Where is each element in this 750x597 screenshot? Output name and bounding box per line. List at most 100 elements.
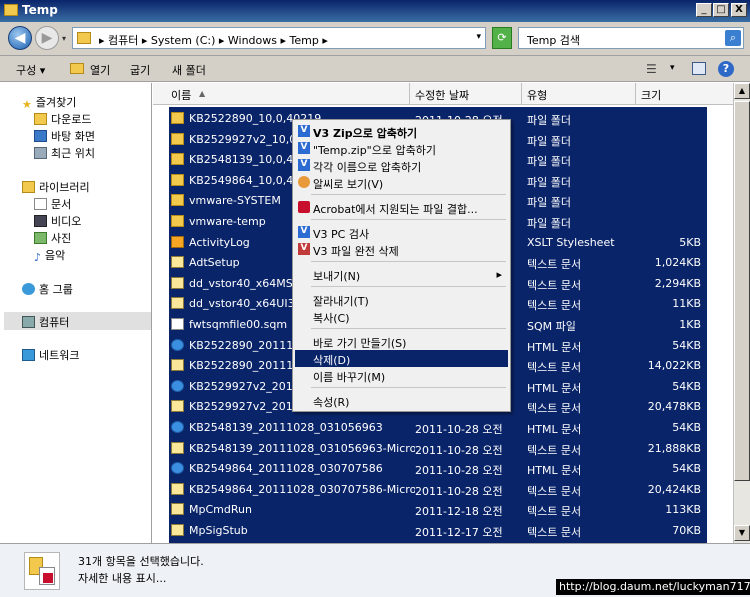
history-dropdown-icon[interactable]: ▾: [62, 34, 66, 43]
address-bar[interactable]: ▸ 컴퓨터 ▸ System (C:) ▸ Windows ▸ Temp ▸ ▾: [72, 27, 486, 49]
search-icon[interactable]: ⌕: [725, 30, 741, 46]
file-type: HTML 문서: [527, 340, 582, 354]
scroll-down-icon[interactable]: ▼: [734, 525, 750, 541]
column-divider[interactable]: [409, 83, 410, 105]
menu-item-zip-temp[interactable]: V "Temp.zip"으로 압축하기: [295, 140, 508, 157]
table-row[interactable]: MpSigStub 2011-12-17 오전 텍스트 문서 70KB: [169, 520, 707, 540]
view-dropdown-icon[interactable]: ▾: [670, 63, 675, 73]
maximize-button[interactable]: □: [713, 3, 729, 17]
menu-item-v3-scan[interactable]: V V3 PC 검사: [295, 224, 508, 241]
menu-separator: [311, 194, 506, 195]
minimize-button[interactable]: _: [696, 3, 712, 17]
burn-button[interactable]: 굽기: [130, 62, 150, 78]
file-type: 파일 폴더: [527, 196, 571, 210]
folder-icon: [171, 173, 184, 186]
menu-item-zip-each[interactable]: V 각각 이름으로 압축하기: [295, 157, 508, 174]
file-size: 54KB: [672, 421, 701, 434]
html-file-icon: [171, 379, 184, 392]
menu-item-v3-shred[interactable]: V V3 파일 완전 삭제: [295, 241, 508, 258]
column-header: 이름 ▲ 수정한 날짜 유형 크기: [153, 83, 733, 105]
search-input[interactable]: Temp 검색 ⌕: [518, 27, 744, 49]
refresh-button[interactable]: ⟳: [492, 27, 512, 49]
file-size: 113KB: [665, 503, 701, 517]
file-type: 텍스트 문서: [527, 402, 582, 416]
acrobat-icon: [298, 201, 310, 213]
libraries-node[interactable]: 라이브러리: [22, 179, 90, 195]
vertical-scrollbar[interactable]: ▲ ▼: [733, 83, 750, 543]
table-row[interactable]: KB2549864_20111028_030707586-Micro,... 20…: [169, 479, 707, 499]
preview-pane-icon[interactable]: [692, 62, 706, 75]
breadcrumb[interactable]: ▸ 컴퓨터 ▸ System (C:) ▸ Windows ▸ Temp ▸: [99, 32, 328, 48]
file-date: 2011-10-28 오전: [415, 423, 503, 436]
menu-item-cut[interactable]: 잘라내기(T): [295, 291, 508, 308]
html-file-icon: [171, 421, 184, 433]
file-type: 텍스트 문서: [527, 526, 582, 539]
column-name-header[interactable]: 이름: [171, 87, 191, 103]
file-date: 2011-12-18 오전: [415, 505, 503, 519]
new-folder-button[interactable]: 새 폴더: [172, 62, 206, 78]
videos-icon: [34, 215, 47, 227]
view-icon[interactable]: ☰: [646, 62, 657, 76]
menu-item-rename[interactable]: 이름 바꾸기(M): [295, 367, 508, 384]
file-type: HTML 문서: [527, 381, 582, 395]
menu-item-copy[interactable]: 복사(C): [295, 308, 508, 325]
file-size: 54KB: [672, 379, 701, 393]
title-bar[interactable]: Temp _ □ X: [0, 0, 750, 22]
file-type: 파일 폴더: [527, 175, 571, 189]
help-icon[interactable]: ?: [718, 61, 734, 77]
downloads-icon: [34, 113, 47, 125]
v3-icon: V: [298, 159, 310, 171]
menu-item-delete[interactable]: 삭제(D): [295, 350, 508, 367]
nav-item-pictures[interactable]: 사진: [34, 230, 71, 246]
favorites-label: 즐겨찾기: [35, 96, 77, 109]
network-node[interactable]: 네트워크: [22, 347, 79, 363]
table-row[interactable]: KB2548139_20111028_031056963 2011-10-28 오…: [169, 417, 707, 437]
menu-item-create-shortcut[interactable]: 바로 가기 만들기(S): [295, 333, 508, 350]
file-type: XSLT Stylesheet: [527, 235, 615, 249]
table-row[interactable]: MpCmdRun 2011-12-18 오전 텍스트 문서 113KB: [169, 499, 707, 519]
nav-item-desktop[interactable]: 바탕 화면: [34, 128, 95, 144]
nav-item-downloads[interactable]: 다운로드: [34, 111, 91, 127]
file-size: 2,294KB: [654, 276, 701, 290]
menu-item-v3-zip[interactable]: V V3 Zip으로 압축하기: [295, 123, 508, 140]
nav-item-videos[interactable]: 비디오: [34, 213, 81, 229]
forward-button[interactable]: ▶: [35, 26, 59, 50]
menu-item-properties[interactable]: 속성(R): [295, 392, 508, 409]
computer-node[interactable]: 컴퓨터: [22, 314, 69, 330]
text-file-icon: [171, 297, 184, 310]
show-details-link[interactable]: 자세한 내용 표시...: [78, 570, 166, 586]
sort-ascending-icon: ▲: [199, 89, 206, 98]
file-date: 2011-10-28 오전: [415, 484, 503, 498]
open-button[interactable]: 열기: [90, 62, 110, 78]
favorites-node[interactable]: ★ 즐겨찾기: [22, 94, 77, 111]
column-divider[interactable]: [635, 83, 636, 105]
text-file-icon: [171, 503, 184, 516]
nav-item-recent[interactable]: 최근 위치: [34, 145, 95, 161]
menu-separator: [311, 387, 506, 388]
address-dropdown-icon[interactable]: ▾: [476, 32, 481, 42]
text-file-icon: [171, 256, 184, 269]
column-type-header[interactable]: 유형: [527, 87, 547, 103]
address-row: ◀ ▶ ▾ ▸ 컴퓨터 ▸ System (C:) ▸ Windows ▸ Te…: [0, 22, 750, 56]
column-size-header[interactable]: 크기: [641, 87, 661, 103]
file-type: SQM 파일: [527, 320, 576, 333]
nav-item-documents[interactable]: 문서: [34, 196, 71, 212]
organize-button[interactable]: 구성 ▾: [16, 62, 45, 78]
close-button[interactable]: X: [731, 3, 747, 17]
scroll-thumb[interactable]: [734, 101, 750, 481]
homegroup-node[interactable]: 홈 그룹: [22, 281, 73, 297]
table-row[interactable]: KB2548139_20111028_031056963-Micro,... 20…: [169, 438, 707, 458]
menu-item-send-to[interactable]: 보내기(N) ▸: [295, 266, 508, 283]
table-row[interactable]: KB2549864_20111028_030707586 2011-10-28 오…: [169, 458, 707, 478]
column-date-header[interactable]: 수정한 날짜: [415, 87, 469, 103]
column-divider[interactable]: [521, 83, 522, 105]
file-type: 텍스트 문서: [527, 361, 582, 375]
nav-item-music[interactable]: ♪ 음악: [34, 247, 65, 264]
v3-shred-icon: V: [298, 243, 310, 255]
scroll-up-icon[interactable]: ▲: [734, 83, 750, 99]
open-icon: [70, 63, 84, 74]
back-button[interactable]: ◀: [8, 26, 32, 50]
file-name: KB2548139_20111028_031056963-Micro,...: [189, 441, 415, 455]
menu-item-alsee-view[interactable]: 알씨로 보기(V): [295, 174, 508, 191]
menu-item-acrobat-combine[interactable]: Acrobat에서 지원되는 파일 결합...: [295, 199, 508, 216]
